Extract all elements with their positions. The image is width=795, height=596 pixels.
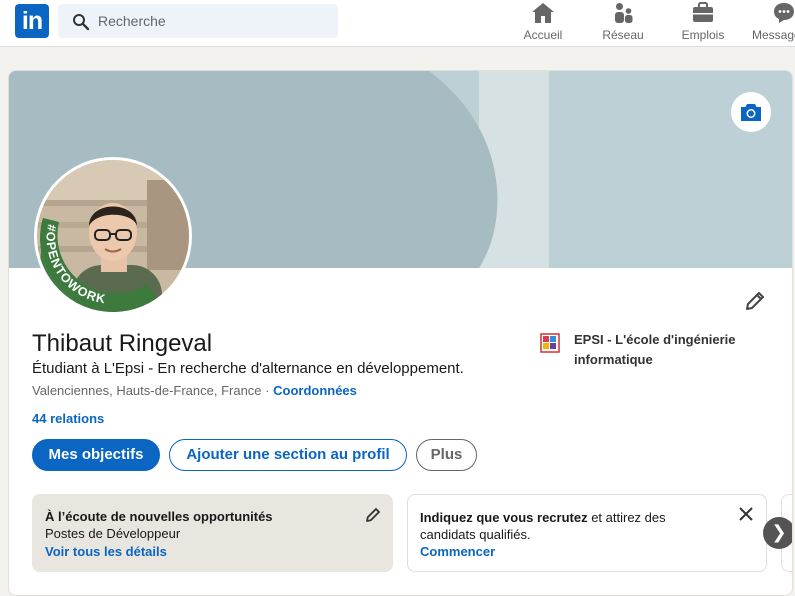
edit-banner-button[interactable] bbox=[731, 92, 771, 132]
avatar: #OPENTOWORK bbox=[37, 160, 189, 312]
close-icon[interactable] bbox=[739, 507, 753, 521]
start-link[interactable]: Commencer bbox=[420, 544, 495, 559]
nav-label-home: Accueil bbox=[523, 28, 563, 42]
hiring-text: Indiquez que vous recrutez et attirez de… bbox=[420, 509, 710, 543]
search-input[interactable]: Recherche bbox=[98, 13, 166, 29]
camera-icon bbox=[741, 104, 761, 121]
network-icon bbox=[615, 3, 633, 23]
open-to-work-title: À l’écoute de nouvelles opportunités bbox=[45, 509, 273, 524]
top-navigation: in Recherche Accueil Réseau Emplois Mess… bbox=[0, 0, 795, 47]
home-icon bbox=[532, 3, 554, 23]
contact-info-link[interactable]: Coordonnées bbox=[273, 383, 357, 398]
profile-photo[interactable]: #OPENTOWORK bbox=[34, 157, 192, 315]
search-icon bbox=[73, 14, 90, 31]
chevron-right-icon: ❯ bbox=[771, 522, 787, 542]
location-text: Valenciennes, Hauts-de-France, France · bbox=[32, 383, 270, 398]
nav-item-home[interactable]: Accueil bbox=[518, 0, 568, 47]
search-bar[interactable]: Recherche bbox=[58, 4, 338, 38]
profile-headline: Étudiant à L'Epsi - En recherche d'alter… bbox=[32, 360, 464, 377]
edit-intro-pencil-icon[interactable] bbox=[743, 289, 767, 313]
school-logo-icon bbox=[540, 333, 560, 353]
more-button[interactable]: Plus bbox=[416, 439, 477, 471]
carousel-next-button[interactable]: ❯ bbox=[763, 517, 792, 549]
see-all-details-link[interactable]: Voir tous les détails bbox=[45, 544, 167, 559]
nav-label-jobs: Emplois bbox=[681, 28, 725, 42]
briefcase-icon bbox=[693, 2, 713, 22]
school-name: EPSI - L'école d'ingénierie informatique bbox=[574, 332, 736, 367]
connections-link[interactable]: 44 relations bbox=[32, 411, 104, 426]
profile-location: Valenciennes, Hauts-de-France, France · … bbox=[32, 383, 357, 398]
hiring-card[interactable]: Indiquez que vous recrutez et attirez de… bbox=[407, 494, 767, 572]
profile-name: Thibaut Ringeval bbox=[32, 330, 213, 357]
goals-button[interactable]: Mes objectifs bbox=[32, 439, 160, 471]
open-to-work-card[interactable]: À l’écoute de nouvelles opportunités Pos… bbox=[32, 494, 393, 572]
profile-card: #OPENTOWORK Thibaut Ringeval Étudiant à … bbox=[8, 70, 793, 596]
linkedin-logo[interactable]: in bbox=[15, 4, 49, 38]
nav-item-network[interactable]: Réseau bbox=[598, 0, 648, 47]
nav-item-jobs[interactable]: Emplois bbox=[678, 0, 728, 47]
add-profile-section-button[interactable]: Ajouter une section au profil bbox=[169, 439, 407, 471]
edit-pencil-icon[interactable] bbox=[364, 506, 382, 524]
nav-label-messaging: Messagerie bbox=[752, 28, 795, 42]
hiring-text-bold: Indiquez que vous recrutez bbox=[420, 510, 588, 525]
nav-label-network: Réseau bbox=[602, 28, 644, 42]
messaging-icon bbox=[774, 3, 794, 23]
open-to-work-roles: Postes de Développeur bbox=[45, 526, 181, 541]
nav-item-messaging[interactable]: Messagerie bbox=[752, 0, 795, 47]
